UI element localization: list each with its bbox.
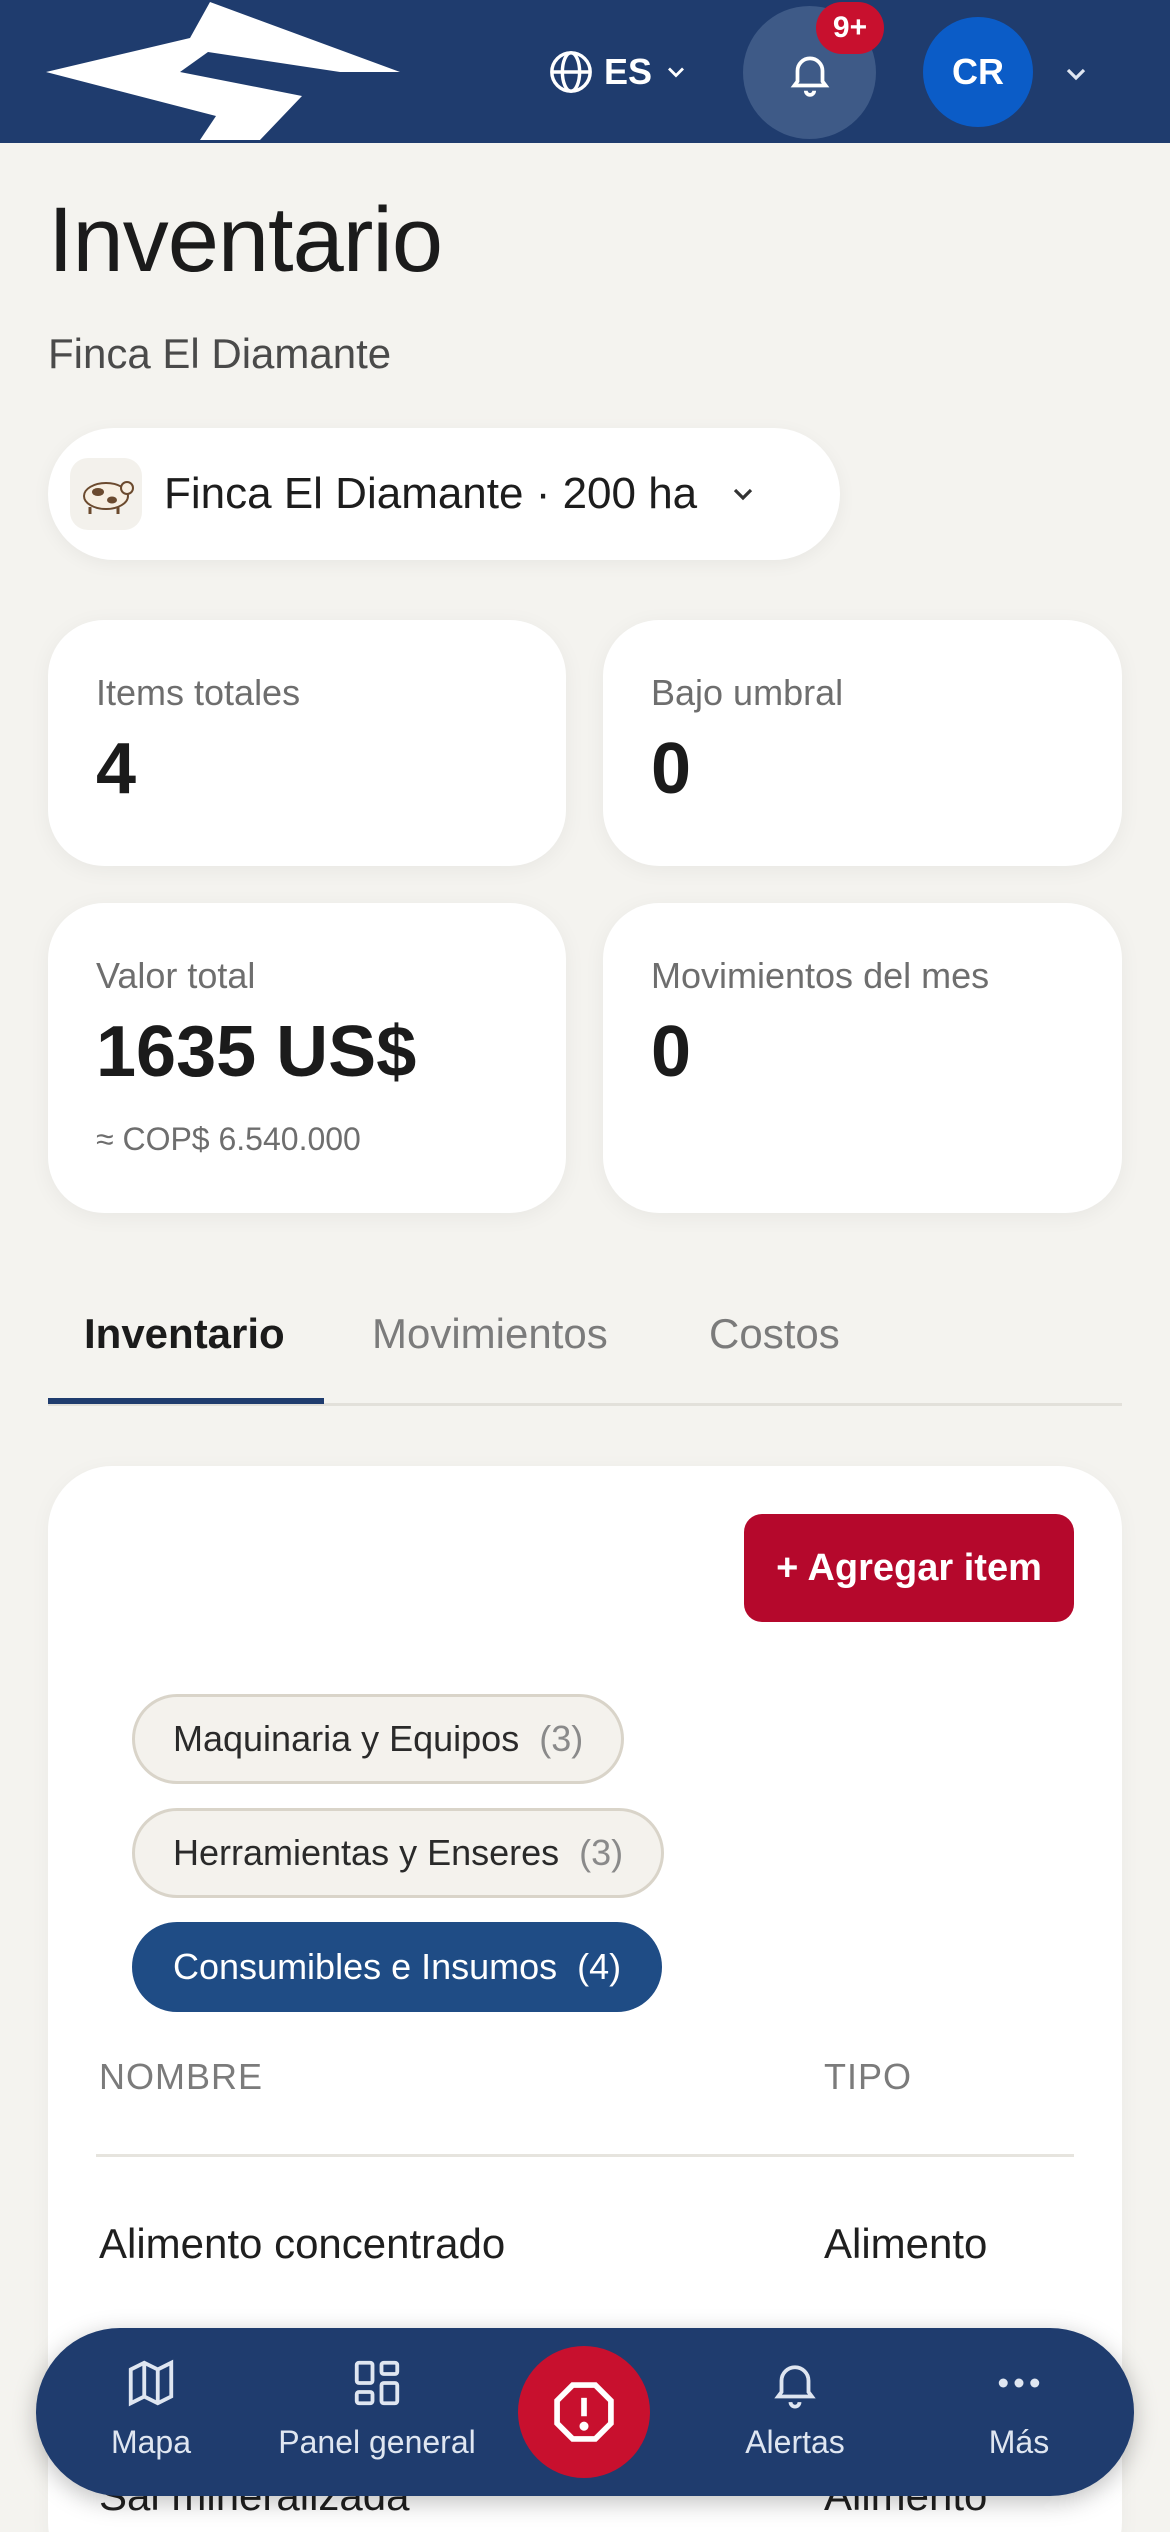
emergency-alert-button[interactable] — [518, 2346, 650, 2478]
nav-label: Mapa — [110, 2424, 192, 2460]
chip-label: Maquinaria y Equipos — [173, 1718, 520, 1759]
brand-logo[interactable] — [40, 0, 410, 143]
stat-card-bajo-umbral: Bajo umbral 0 — [603, 620, 1122, 866]
tab-costos[interactable]: Costos — [709, 1310, 840, 1358]
stat-card-movimientos-mes: Movimientos del mes 0 — [603, 903, 1122, 1213]
category-chip-maquinaria[interactable]: Maquinaria y Equipos (3) — [132, 1694, 625, 1784]
nav-item-alertas[interactable]: Alertas — [680, 2356, 910, 2461]
user-avatar[interactable]: CR — [923, 17, 1033, 127]
tab-inventario[interactable]: Inventario — [84, 1310, 285, 1358]
notification-count-badge: 9+ — [816, 2, 884, 54]
tab-movimientos[interactable]: Movimientos — [372, 1310, 608, 1358]
add-item-button[interactable]: + Agregar item — [744, 1514, 1074, 1622]
chevron-down-icon — [734, 488, 753, 501]
chevron-down-icon[interactable] — [1060, 58, 1092, 90]
chevron-down-icon — [668, 67, 685, 78]
stat-label: Valor total — [96, 955, 256, 996]
column-header-tipo[interactable]: TIPO — [824, 2056, 912, 2098]
nav-label: Más — [988, 2424, 1050, 2460]
stat-card-valor-total: Valor total 1635 US$ ≈ COP$ 6.540.000 — [48, 903, 566, 1213]
bell-icon — [774, 2365, 816, 2409]
cow-icon — [70, 458, 142, 530]
chip-label: Consumibles e Insumos — [173, 1946, 558, 1987]
farm-selector-label: Finca El Diamante · 200 ha — [164, 469, 698, 518]
stat-label: Items totales — [96, 672, 301, 713]
page-subtitle: Finca El Diamante — [48, 330, 392, 377]
more-icon — [998, 2378, 1040, 2388]
bell-icon — [790, 56, 829, 97]
chip-count: (3) — [579, 1832, 624, 1873]
stat-value: 0 — [651, 729, 692, 809]
chip-label: Herramientas y Enseres — [173, 1832, 560, 1873]
language-code: ES — [604, 51, 653, 92]
cell-tipo: Alimento — [824, 2220, 988, 2267]
globe-icon — [550, 51, 592, 93]
nav-item-panel-general[interactable]: Panel general — [262, 2356, 492, 2461]
bottom-navigation: Mapa Panel general Alertas Más — [36, 2328, 1134, 2496]
farm-selector[interactable]: Finca El Diamante · 200 ha — [48, 428, 840, 560]
stat-label: Movimientos del mes — [651, 955, 990, 996]
cell-nombre: Alimento concentrado — [99, 2220, 506, 2267]
stat-value: 1635 US$ — [96, 1012, 417, 1092]
chip-count: (4) — [577, 1946, 622, 1987]
nav-label: Alertas — [745, 2424, 845, 2460]
section-tabs: Inventario Movimientos Costos — [48, 1290, 1122, 1406]
stat-value: 4 — [96, 729, 137, 809]
top-app-bar: ES 9+ CR — [0, 0, 1170, 143]
nav-item-mas[interactable]: Más — [904, 2356, 1134, 2461]
dashboard-icon — [354, 2360, 400, 2406]
language-selector[interactable]: ES — [548, 42, 690, 102]
category-chip-consumibles[interactable]: Consumibles e Insumos (4) — [132, 1922, 663, 2012]
stat-value: 0 — [651, 1012, 692, 1092]
page-title: Inventario — [48, 189, 443, 291]
table-header-divider — [96, 2154, 1074, 2157]
chip-count: (3) — [539, 1718, 584, 1759]
category-chip-herramientas[interactable]: Herramientas y Enseres (3) — [132, 1808, 665, 1898]
stat-label: Bajo umbral — [651, 672, 844, 713]
stat-secondary-value: ≈ COP$ 6.540.000 — [96, 1121, 361, 1157]
alert-circle-icon — [554, 2382, 614, 2442]
active-tab-indicator — [48, 1398, 324, 1404]
map-icon — [128, 2359, 174, 2407]
nav-item-mapa[interactable]: Mapa — [36, 2356, 266, 2461]
column-header-nombre[interactable]: NOMBRE — [99, 2056, 263, 2098]
nav-label: Panel general — [278, 2424, 476, 2460]
stat-card-items-totales: Items totales 4 — [48, 620, 566, 866]
